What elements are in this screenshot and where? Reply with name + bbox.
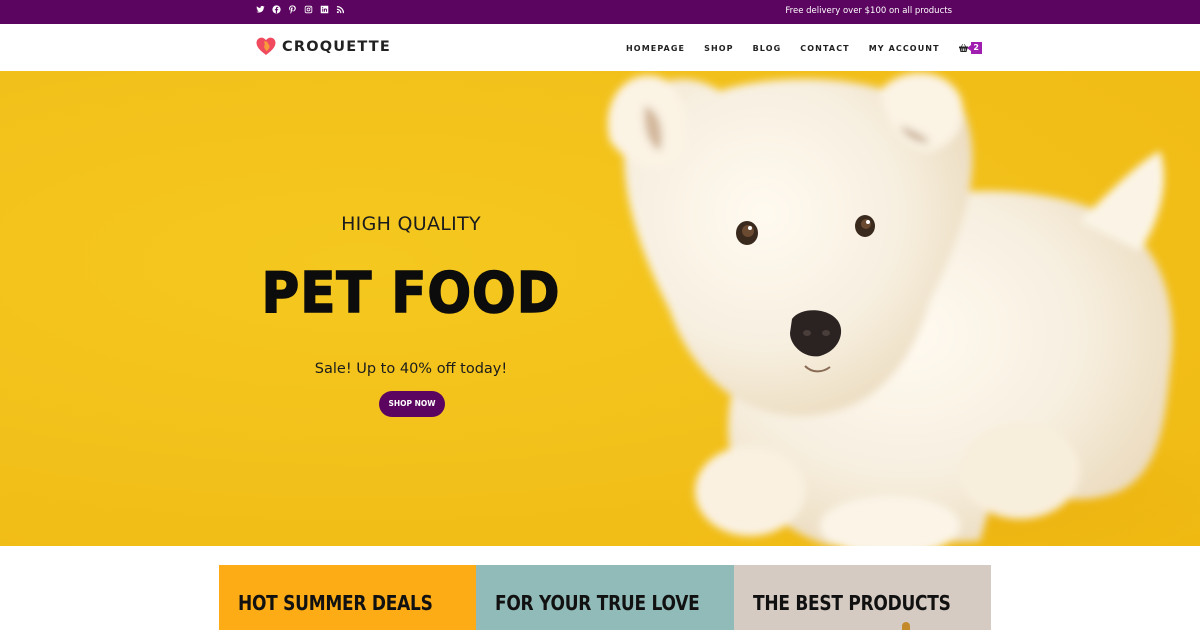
social-links <box>256 5 345 15</box>
promo-row: HOT SUMMER DEALS FOR YOUR TRUE LOVE THE … <box>219 565 991 630</box>
hero-eyebrow: HIGH QUALITY <box>341 213 481 235</box>
twitter-icon[interactable] <box>256 5 265 15</box>
top-bar: Free delivery over $100 on all products <box>0 0 1200 24</box>
promo-the-best-products[interactable]: THE BEST PRODUCTS <box>733 565 991 630</box>
pinterest-icon[interactable] <box>288 5 297 15</box>
hero-title: PET FOOD <box>261 260 561 327</box>
cart-count-badge: 2 <box>966 42 982 54</box>
nav-homepage[interactable]: HOMEPAGE <box>626 44 685 53</box>
instagram-icon[interactable] <box>304 5 313 15</box>
dog-photo <box>607 72 1200 546</box>
heart-logo-icon <box>256 37 276 56</box>
facebook-icon[interactable] <box>272 5 281 15</box>
product-image-peek <box>901 622 910 630</box>
cart-button[interactable]: 2 <box>958 42 982 54</box>
delivery-notice: Free delivery over $100 on all products <box>785 6 952 16</box>
main-nav: HOMEPAGE SHOP BLOG CONTACT MY ACCOUNT 2 <box>626 42 982 54</box>
shop-now-button[interactable]: SHOP NOW <box>379 391 445 417</box>
nav-my-account[interactable]: MY ACCOUNT <box>869 44 940 53</box>
nav-contact[interactable]: CONTACT <box>800 44 849 53</box>
promo-for-your-true-love[interactable]: FOR YOUR TRUE LOVE <box>476 565 734 630</box>
nav-shop[interactable]: SHOP <box>704 44 734 53</box>
logo[interactable]: CROQUETTE <box>256 37 391 56</box>
hero-banner: HIGH QUALITY PET FOOD Sale! Up to 40% of… <box>0 71 1200 546</box>
linkedin-icon[interactable] <box>320 5 329 15</box>
nav-blog[interactable]: BLOG <box>753 44 782 53</box>
promo-label: THE BEST PRODUCTS <box>752 591 951 615</box>
promo-label: HOT SUMMER DEALS <box>238 591 433 615</box>
promo-hot-summer-deals[interactable]: HOT SUMMER DEALS <box>219 565 477 630</box>
promo-label: FOR YOUR TRUE LOVE <box>495 591 700 615</box>
site-header: CROQUETTE HOMEPAGE SHOP BLOG CONTACT MY … <box>0 24 1200 71</box>
brand-name: CROQUETTE <box>282 38 391 55</box>
rss-icon[interactable] <box>336 5 345 15</box>
hero-subtitle: Sale! Up to 40% off today! <box>314 361 508 377</box>
